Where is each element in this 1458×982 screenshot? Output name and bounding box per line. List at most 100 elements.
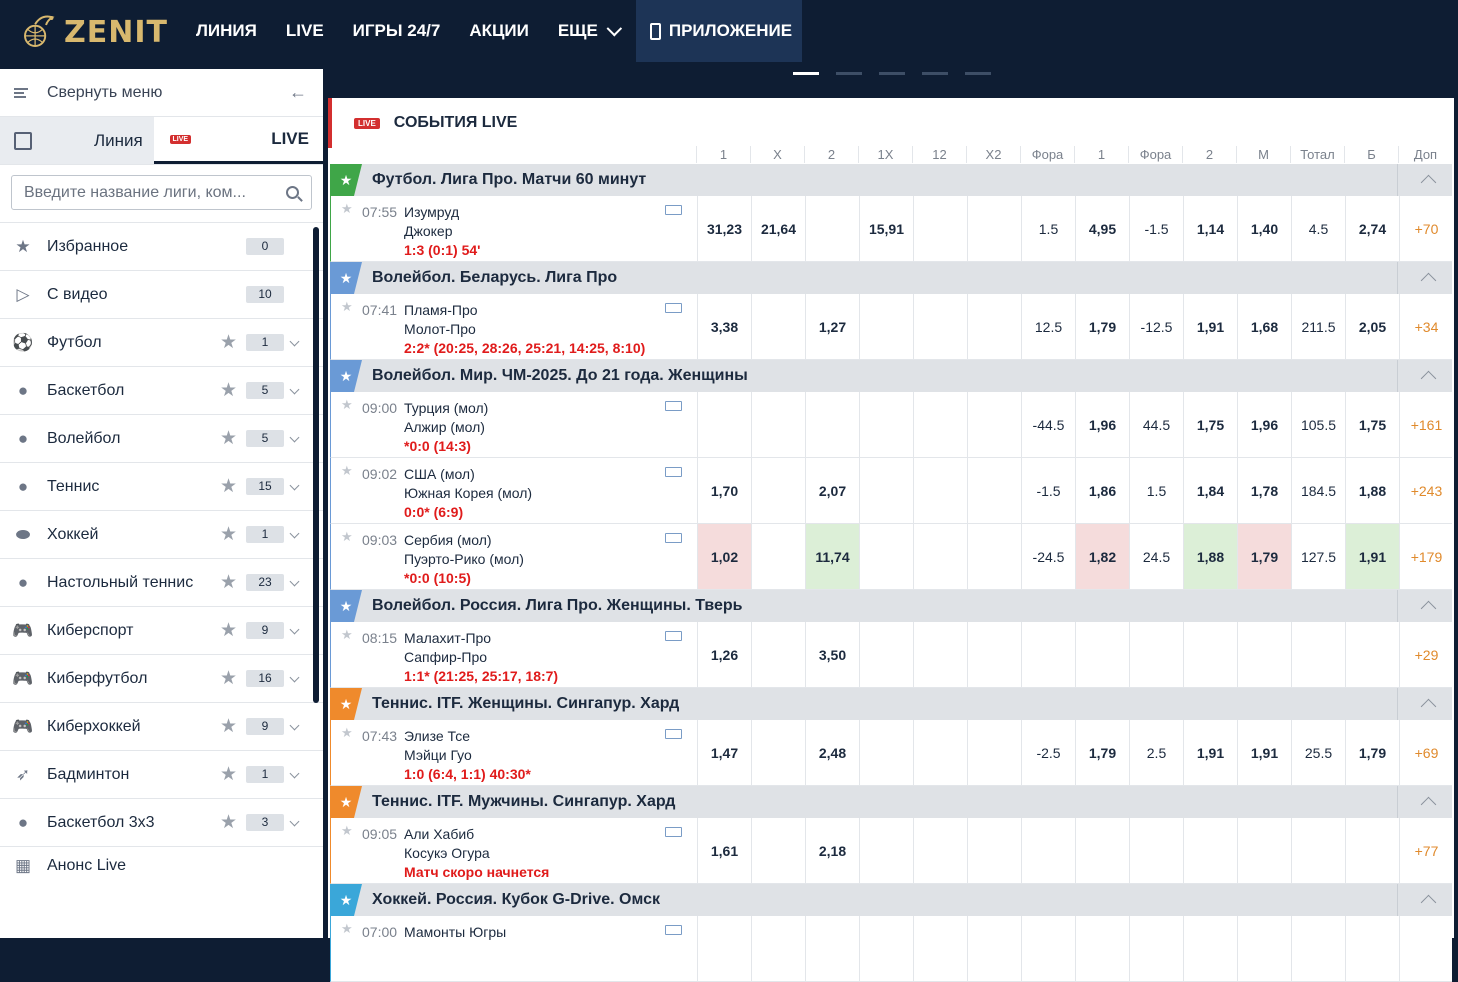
- chevron-down-icon[interactable]: [289, 528, 300, 539]
- favorite-star-icon[interactable]: ★: [341, 725, 353, 741]
- carousel-dot[interactable]: [793, 72, 819, 75]
- odds-cell[interactable]: 15,91: [859, 196, 913, 261]
- more-markets-button[interactable]: +243: [1399, 458, 1453, 523]
- favorite-star-icon[interactable]: ★: [220, 811, 237, 834]
- odds-cell[interactable]: 1,68: [1237, 294, 1291, 359]
- favorite-star-icon[interactable]: ★: [220, 427, 237, 450]
- favorite-star-icon[interactable]: ★: [341, 627, 353, 643]
- odds-cell[interactable]: -1.5: [1021, 458, 1075, 523]
- favorite-star-icon[interactable]: ★: [341, 529, 353, 545]
- statistics-icon[interactable]: [665, 205, 682, 215]
- odds-cell[interactable]: [751, 720, 805, 785]
- search-icon[interactable]: [286, 186, 299, 199]
- odds-cell[interactable]: [751, 294, 805, 359]
- odds-cell[interactable]: [697, 392, 751, 457]
- carousel-dot[interactable]: [922, 72, 948, 75]
- odds-cell[interactable]: [859, 294, 913, 359]
- league-star-icon[interactable]: ★: [330, 360, 362, 392]
- odds-cell[interactable]: 1,61: [697, 818, 751, 883]
- odds-cell[interactable]: [913, 458, 967, 523]
- odds-cell[interactable]: [805, 392, 859, 457]
- odds-cell[interactable]: [751, 622, 805, 687]
- odds-cell[interactable]: [1237, 916, 1291, 981]
- chevron-down-icon[interactable]: [289, 720, 300, 731]
- odds-cell[interactable]: [859, 458, 913, 523]
- more-markets-button[interactable]: +161: [1399, 392, 1453, 457]
- odds-cell[interactable]: 44.5: [1129, 392, 1183, 457]
- odds-cell[interactable]: [967, 720, 1021, 785]
- league-header[interactable]: ★ Футбол. Лига Про. Матчи 60 минут: [330, 164, 1452, 196]
- chevron-up-icon[interactable]: [1420, 698, 1437, 715]
- favorite-star-icon[interactable]: ★: [220, 619, 237, 642]
- event-row[interactable]: ★ 08:15 Малахит-Про Сапфир-Про 1:1* (21:25, …: [330, 622, 1452, 688]
- favorite-star-icon[interactable]: ★: [220, 667, 237, 690]
- odds-cell[interactable]: 4.5: [1291, 196, 1345, 261]
- odds-cell[interactable]: 1,79: [1075, 294, 1129, 359]
- favorite-star-icon[interactable]: ★: [220, 523, 237, 546]
- sidebar-item[interactable]: ● Баскетбол ★ 5: [0, 367, 323, 415]
- odds-cell[interactable]: [751, 524, 805, 589]
- league-header[interactable]: ★ Волейбол. Россия. Лига Про. Женщины. Тв…: [330, 590, 1452, 622]
- odds-cell[interactable]: -44.5: [1021, 392, 1075, 457]
- odds-cell[interactable]: [751, 392, 805, 457]
- favorite-star-icon[interactable]: ★: [341, 823, 353, 839]
- odds-cell[interactable]: 1,02: [697, 524, 751, 589]
- league-star-icon[interactable]: ★: [330, 590, 362, 622]
- statistics-icon[interactable]: [665, 631, 682, 641]
- odds-cell[interactable]: 1,70: [697, 458, 751, 523]
- nav-promotions[interactable]: АКЦИИ: [469, 0, 529, 62]
- chevron-down-icon[interactable]: [289, 576, 300, 587]
- odds-cell[interactable]: [1021, 916, 1075, 981]
- odds-cell[interactable]: 1,79: [1345, 720, 1399, 785]
- odds-cell[interactable]: [913, 818, 967, 883]
- odds-cell[interactable]: [1021, 818, 1075, 883]
- odds-cell[interactable]: 1,91: [1183, 294, 1237, 359]
- sidebar-item-anons-live[interactable]: ▦ Анонс Live: [0, 847, 323, 884]
- favorite-star-icon[interactable]: ★: [220, 379, 237, 402]
- odds-cell[interactable]: 1,27: [805, 294, 859, 359]
- chevron-up-icon[interactable]: [1420, 894, 1437, 911]
- odds-cell[interactable]: 127.5: [1291, 524, 1345, 589]
- favorite-star-icon[interactable]: ★: [220, 763, 237, 786]
- odds-cell[interactable]: -24.5: [1021, 524, 1075, 589]
- odds-cell[interactable]: 1,86: [1075, 458, 1129, 523]
- odds-cell[interactable]: [967, 294, 1021, 359]
- favorite-star-icon[interactable]: ★: [341, 397, 353, 413]
- odds-cell[interactable]: [1075, 916, 1129, 981]
- odds-cell[interactable]: 2,74: [1345, 196, 1399, 261]
- odds-cell[interactable]: [697, 916, 751, 981]
- odds-cell[interactable]: 3,38: [697, 294, 751, 359]
- odds-cell[interactable]: [1345, 622, 1399, 687]
- statistics-icon[interactable]: [665, 533, 682, 543]
- carousel-dot[interactable]: [965, 72, 991, 75]
- sidebar-item[interactable]: 🎮 Киберфутбол ★ 16: [0, 655, 323, 703]
- odds-cell[interactable]: [967, 916, 1021, 981]
- favorite-star-icon[interactable]: ★: [341, 463, 353, 479]
- event-row[interactable]: ★ 09:03 Сербия (мол) Пуэрто-Рико (мол) *0:0 …: [330, 524, 1452, 590]
- carousel-dot[interactable]: [879, 72, 905, 75]
- odds-cell[interactable]: [1291, 916, 1345, 981]
- sidebar-scrollbar[interactable]: [313, 227, 319, 703]
- odds-cell[interactable]: [913, 720, 967, 785]
- odds-cell[interactable]: [913, 196, 967, 261]
- chevron-up-icon[interactable]: [1420, 370, 1437, 387]
- sidebar-item[interactable]: ★ Избранное 0: [0, 223, 323, 271]
- tab-linia[interactable]: Линия: [0, 117, 154, 164]
- statistics-icon[interactable]: [665, 467, 682, 477]
- odds-cell[interactable]: 1,96: [1075, 392, 1129, 457]
- odds-cell[interactable]: [913, 392, 967, 457]
- odds-cell[interactable]: 1,84: [1183, 458, 1237, 523]
- odds-cell[interactable]: -12.5: [1129, 294, 1183, 359]
- nav-linia[interactable]: ЛИНИЯ: [196, 0, 257, 62]
- odds-cell[interactable]: -2.5: [1021, 720, 1075, 785]
- event-row[interactable]: ★ 07:00 Мамонты Югры: [330, 916, 1452, 982]
- odds-cell[interactable]: 1,75: [1183, 392, 1237, 457]
- sidebar-item[interactable]: ● Теннис ★ 15: [0, 463, 323, 511]
- sidebar-item[interactable]: ● Волейбол ★ 5: [0, 415, 323, 463]
- odds-cell[interactable]: [859, 720, 913, 785]
- odds-cell[interactable]: 1,14: [1183, 196, 1237, 261]
- sidebar-item[interactable]: ● Настольный теннис ★ 23: [0, 559, 323, 607]
- event-row[interactable]: ★ 07:55 Изумруд Джокер 1:3 (0:1) 54' 31,23 21,…: [330, 196, 1452, 262]
- sidebar-item[interactable]: ▷ С видео 10: [0, 271, 323, 319]
- odds-cell[interactable]: [751, 818, 805, 883]
